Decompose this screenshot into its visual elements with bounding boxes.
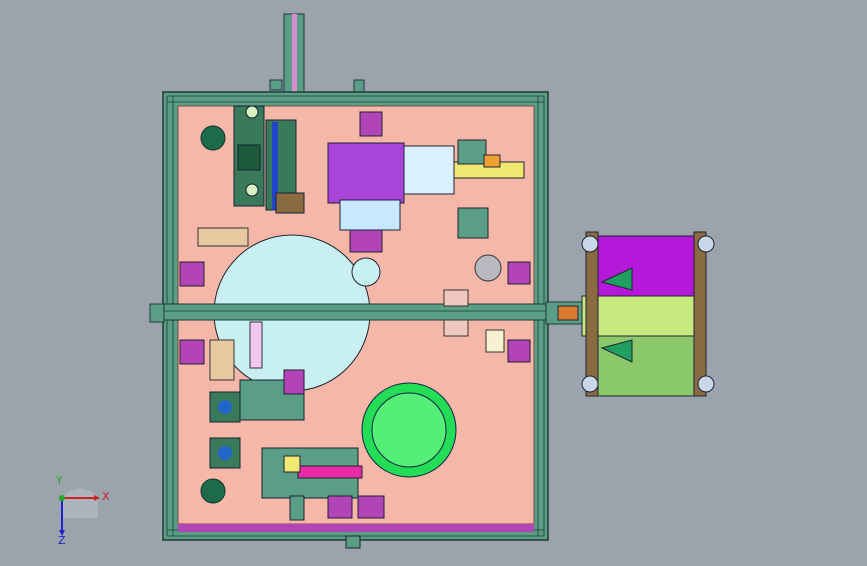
beam-end-left bbox=[149, 303, 165, 323]
locator-disc-bottom bbox=[200, 478, 226, 504]
clamp-block-left bbox=[197, 227, 249, 247]
triad-axes bbox=[59, 488, 100, 536]
side-bin-top bbox=[597, 235, 699, 299]
rail-pink-strip bbox=[292, 14, 297, 104]
y-axis-dot bbox=[59, 495, 65, 501]
orientation-triad: X Y Z bbox=[40, 474, 120, 548]
grey-disc bbox=[474, 254, 502, 282]
locator-disc-top bbox=[200, 125, 226, 151]
z-axis-label: Z bbox=[58, 534, 66, 547]
pusher-bar bbox=[297, 465, 363, 479]
side-slide-plate bbox=[581, 295, 695, 337]
pad-right-bottom bbox=[507, 339, 531, 363]
assembly-model[interactable] bbox=[0, 0, 867, 562]
pad-left-top bbox=[179, 261, 205, 287]
pad-right-top bbox=[507, 261, 531, 285]
bowl-feeder-inner bbox=[371, 392, 447, 468]
rail-bracket bbox=[269, 79, 283, 91]
press-head bbox=[351, 257, 381, 287]
side-bin-bottom bbox=[597, 333, 699, 397]
top-bracket bbox=[353, 79, 365, 93]
bottom-purple-strip bbox=[178, 524, 534, 532]
press-module-body bbox=[327, 142, 405, 204]
x-axis-label: X bbox=[102, 490, 110, 503]
y-axis-label: Y bbox=[56, 474, 63, 487]
pad-left-bottom bbox=[179, 339, 205, 365]
cad-3d-viewport[interactable] bbox=[0, 0, 867, 562]
press-cylinder bbox=[403, 145, 455, 195]
cross-beam bbox=[162, 303, 584, 321]
